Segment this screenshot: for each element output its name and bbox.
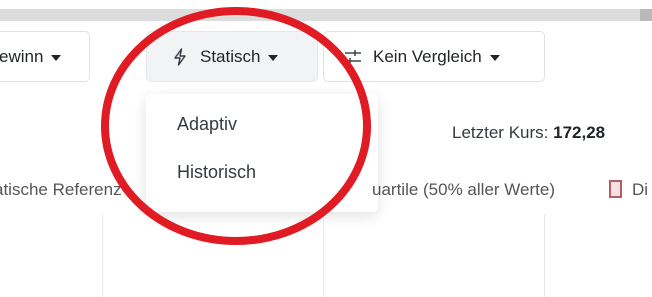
metric-dropdown-button[interactable]: ewinn <box>0 31 90 82</box>
top-scroll-thumb[interactable] <box>640 9 652 21</box>
last-price: Letzter Kurs: 172,28 <box>452 123 605 143</box>
chart-grid-line <box>544 214 545 297</box>
compare-dropdown-label: Kein Vergleich <box>373 46 482 66</box>
last-price-label: Letzter Kurs: <box>452 123 549 142</box>
red-annotation-circle <box>101 7 371 245</box>
legend-swatch <box>609 180 622 198</box>
stage: ewinn Statisch Kein Vergleich Adaptiv Hi… <box>0 0 652 297</box>
chevron-down-icon <box>51 54 62 61</box>
metric-dropdown-label: ewinn <box>0 46 44 66</box>
chevron-down-icon <box>489 54 500 61</box>
legend-quartile: uartile (50% aller Werte) <box>372 180 555 199</box>
legend-right-item: Di <box>632 180 649 199</box>
last-price-value: 172,28 <box>553 123 606 142</box>
